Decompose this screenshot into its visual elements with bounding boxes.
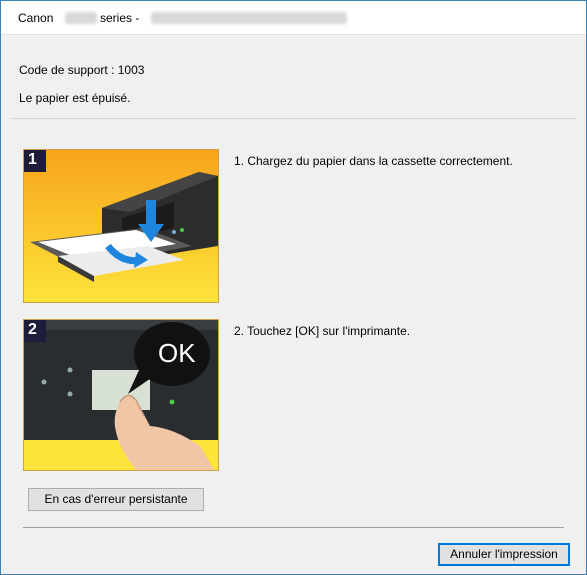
title-brand: Canon	[18, 11, 54, 25]
step-2-illustration: 2 OK	[23, 319, 219, 471]
support-code: Code de support : 1003	[19, 63, 145, 77]
redacted-printer-name	[151, 12, 347, 24]
step-2-badge-number: 2	[28, 321, 37, 338]
printer-cassette-illustration	[24, 150, 218, 302]
persistent-error-button[interactable]: En cas d'erreur persistante	[28, 488, 204, 511]
ok-callout-text: OK	[158, 338, 196, 368]
step-1-illustration: 1	[23, 149, 219, 303]
divider	[11, 118, 576, 119]
step-2-text: 2. Touchez [OK] sur l'imprimante.	[234, 324, 411, 338]
printer-error-dialog: Canon series - Code de support : 1003 Le…	[0, 0, 587, 575]
cancel-print-button[interactable]: Annuler l'impression	[438, 543, 570, 566]
footer-separator	[23, 527, 564, 528]
error-description: Le papier est épuisé.	[19, 91, 131, 105]
step-1-badge-number: 1	[28, 151, 37, 168]
title-series: series -	[100, 11, 140, 25]
title-bar: Canon series -	[1, 1, 586, 35]
step-1-text: 1. Chargez du papier dans la cassette co…	[234, 154, 513, 168]
redacted-model-name	[65, 12, 97, 24]
